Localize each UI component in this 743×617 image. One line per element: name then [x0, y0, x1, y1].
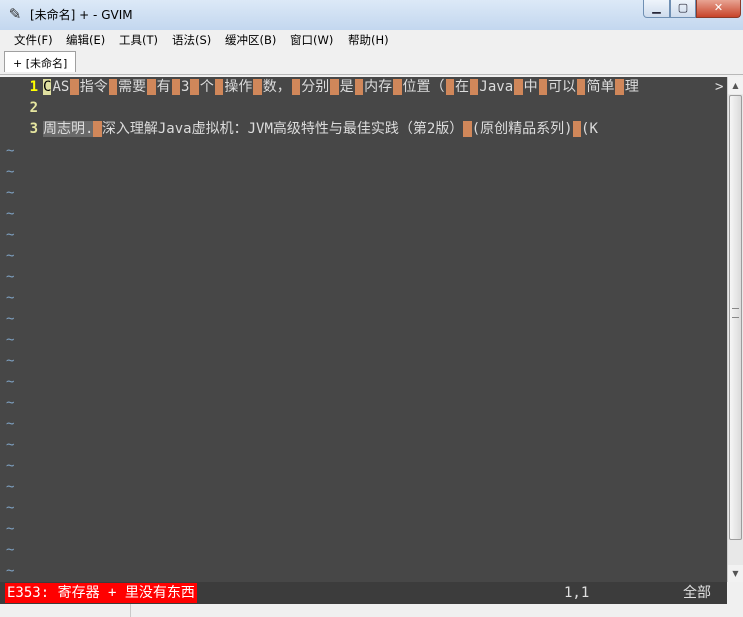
text-token: 理 [624, 79, 639, 95]
editor-area[interactable]: 1 CAS 指令 需要 有 3 个 操作 数， 分别 是 内存 位置（ 在 Ja… [0, 77, 727, 582]
menu-edit[interactable]: 编辑(E) [66, 32, 105, 48]
window-bottom-edge [0, 604, 743, 617]
text-token: 可以 [548, 79, 577, 95]
text-token: 需要 [118, 79, 147, 95]
command-line: E353: 寄存器 + 里没有东西 1,1 全部 [0, 582, 727, 604]
empty-line-tilde: ~ [6, 458, 15, 474]
empty-line-tilde: ~ [6, 437, 15, 453]
menu-syntax[interactable]: 语法(S) [172, 32, 211, 48]
line-number: 2 [29, 100, 38, 116]
empty-line-tilde: ~ [6, 248, 15, 264]
empty-line-tilde: ~ [6, 416, 15, 432]
line-text: 周志明. 深入理解Java虚拟机：JVM高级特性与最佳实践（第2版） (原创精品… [43, 119, 598, 140]
error-message: E353: 寄存器 + 里没有东西 [5, 583, 197, 603]
empty-line-tilde: ~ [6, 227, 15, 243]
line-number: 3 [29, 121, 38, 137]
window-title: [未命名] + - GVIM [30, 8, 133, 22]
book-series: (原创精品系列) [471, 121, 573, 137]
empty-line-tilde: ~ [6, 542, 15, 558]
empty-line-tilde: ~ [6, 563, 15, 579]
empty-line-tilde: ~ [6, 290, 15, 306]
text-token: AS [52, 79, 70, 95]
book-tail: (K [581, 121, 598, 137]
menu-help[interactable]: 帮助(H) [348, 32, 389, 48]
scrollbar-thumb[interactable] [729, 95, 742, 540]
menu-file[interactable]: 文件(F) [14, 32, 53, 48]
text-token: 中 [523, 79, 538, 95]
text-token: 操作 [224, 79, 253, 95]
menu-bar: 文件(F) 编辑(E) 工具(T) 语法(S) 缓冲区(B) 窗口(W) 帮助(… [0, 30, 743, 49]
scroll-down-arrow-icon[interactable]: ▼ [728, 565, 743, 582]
empty-line-tilde: ~ [6, 332, 15, 348]
cursor-position: 1,1 [564, 585, 590, 601]
text-token: 数， [262, 79, 291, 95]
text-token: 个 [199, 79, 214, 95]
empty-line-tilde: ~ [6, 164, 15, 180]
text-token: 3 [181, 79, 190, 95]
empty-line-tilde: ~ [6, 479, 15, 495]
minimize-button[interactable]: ▁ [643, 0, 670, 18]
maximize-button[interactable]: ▢ [670, 0, 696, 18]
empty-line-tilde: ~ [6, 500, 15, 516]
grip-icon [732, 308, 739, 318]
book-author: 周志明. [43, 121, 94, 137]
editor-line-3[interactable]: 3 周志明. 深入理解Java虚拟机：JVM高级特性与最佳实践（第2版） (原创… [0, 119, 727, 140]
editor-line-2[interactable]: 2 [0, 98, 727, 119]
text-token: 内存 [364, 79, 393, 95]
line-overflow-marker: > [715, 79, 724, 95]
menu-window[interactable]: 窗口(W) [290, 32, 333, 48]
text-token: 在 [454, 79, 469, 95]
vertical-scrollbar[interactable]: ▲ ▼ [727, 77, 743, 582]
empty-line-tilde: ~ [6, 269, 15, 285]
text-token: Java [479, 79, 514, 95]
empty-line-tilde: ~ [6, 143, 15, 159]
tab-label: + [未命名] [13, 57, 68, 70]
empty-line-tilde: ~ [6, 395, 15, 411]
line-text: CAS 指令 需要 有 3 个 操作 数， 分别 是 内存 位置（ 在 Java… [43, 77, 640, 98]
text-token: 位置（ [402, 79, 445, 95]
menu-buffers[interactable]: 缓冲区(B) [225, 32, 276, 48]
empty-line-tilde: ~ [6, 206, 15, 222]
book-title: 深入理解Java虚拟机：JVM高级特性与最佳实践（第2版） [101, 121, 464, 137]
divider [130, 604, 131, 617]
menu-tools[interactable]: 工具(T) [119, 32, 158, 48]
empty-line-tilde: ~ [6, 185, 15, 201]
empty-line-tilde: ~ [6, 374, 15, 390]
close-button[interactable]: ✕ [696, 0, 741, 18]
empty-line-tilde: ~ [6, 353, 15, 369]
text-token: 指令 [79, 79, 108, 95]
empty-line-tilde: ~ [6, 311, 15, 327]
title-bar: ✎ [未命名] + - GVIM ▁ ▢ ✕ [0, 0, 743, 31]
line-number: 1 [29, 79, 38, 95]
text-token: 是 [339, 79, 354, 95]
tab-unnamed[interactable]: + [未命名] [4, 51, 76, 72]
editor-line-1[interactable]: 1 CAS 指令 需要 有 3 个 操作 数， 分别 是 内存 位置（ 在 Ja… [0, 77, 727, 98]
text-token: 分别 [301, 79, 330, 95]
scroll-up-arrow-icon[interactable]: ▲ [728, 77, 743, 94]
text-token: 简单 [586, 79, 615, 95]
vim-icon[interactable]: ✎ [6, 5, 24, 23]
text-token: 有 [156, 79, 171, 95]
tab-bar: + [未命名] [0, 49, 743, 75]
empty-line-tilde: ~ [6, 521, 15, 537]
scroll-percentage: 全部 [683, 585, 711, 601]
